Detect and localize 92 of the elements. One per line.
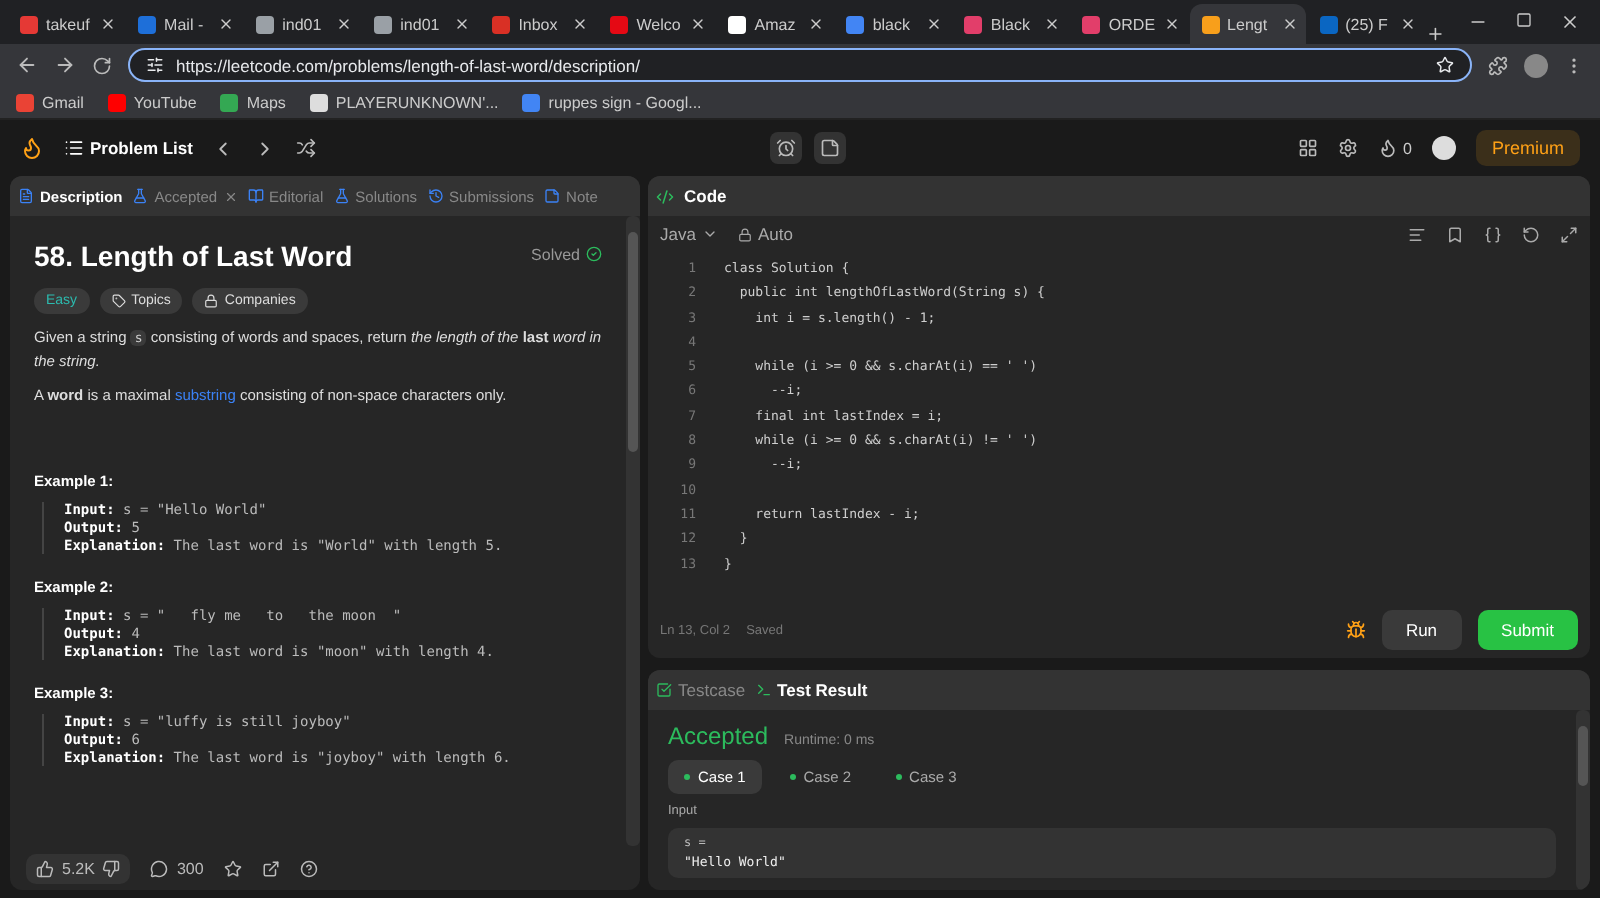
- like-button[interactable]: 5.2K: [26, 853, 131, 883]
- debug-icon: [1345, 620, 1366, 640]
- thumbs-up-icon: [36, 859, 54, 877]
- profile-avatar[interactable]: [1524, 53, 1548, 77]
- problem-list-link[interactable]: Problem List: [64, 138, 193, 158]
- close-icon: [690, 16, 707, 32]
- reload-icon: [92, 55, 112, 75]
- address-bar[interactable]: https://leetcode.com/problems/length-of-last-word/description/: [128, 48, 1472, 82]
- list-icon: [64, 138, 84, 158]
- back-icon: [16, 54, 38, 76]
- bookmark-link[interactable]: PLAYERUNKNOWN'...: [309, 93, 499, 111]
- close-icon: [808, 16, 825, 32]
- braces-icon: [1484, 225, 1502, 243]
- browser-tab[interactable]: black: [834, 4, 951, 44]
- logo-icon: [20, 136, 44, 160]
- run-button[interactable]: Run: [1381, 610, 1462, 650]
- comment-icon: [150, 859, 169, 877]
- tab-icon: [427, 188, 444, 204]
- scrollbar[interactable]: [1576, 710, 1590, 890]
- browser-tab[interactable]: ind01: [362, 4, 479, 44]
- close-icon: [454, 16, 471, 32]
- bookmark-link[interactable]: Gmail: [16, 93, 84, 111]
- close-icon: [1399, 16, 1416, 32]
- maximize-icon: [1516, 12, 1533, 28]
- scrollbar[interactable]: [626, 216, 640, 846]
- close-icon: [926, 16, 943, 32]
- auto-mode[interactable]: Auto: [737, 224, 793, 244]
- bookmark-icon: [1446, 225, 1464, 243]
- browser-tab[interactable]: Welco: [598, 4, 715, 44]
- browser-tab[interactable]: (25) F: [1307, 4, 1424, 44]
- tab-icon: [544, 188, 561, 204]
- panel-tab[interactable]: Test Result: [755, 680, 868, 700]
- close-icon: [1163, 16, 1180, 32]
- reset-icon: [1522, 225, 1540, 243]
- expand-icon: [1560, 225, 1578, 243]
- share-icon: [261, 859, 280, 877]
- tab-icon: [656, 682, 672, 698]
- help-icon: [299, 859, 318, 877]
- extensions-icon: [1488, 55, 1508, 75]
- premium-button[interactable]: Premium: [1476, 130, 1581, 166]
- tab-icon: [755, 682, 772, 698]
- close-icon: [1044, 16, 1061, 32]
- panel-tab[interactable]: Testcase: [656, 680, 746, 700]
- user-avatar[interactable]: [1432, 136, 1456, 160]
- site-settings-icon: [146, 56, 164, 74]
- lock-icon: [737, 227, 752, 241]
- browser-tab[interactable]: Black: [952, 4, 1069, 44]
- grid-icon: [1297, 138, 1318, 158]
- browser-tab[interactable]: Amaz: [716, 4, 833, 44]
- tab-icon: [132, 188, 149, 204]
- close-icon: [572, 16, 589, 32]
- language-dropdown[interactable]: Java: [660, 224, 718, 244]
- tab-icon: [18, 188, 34, 204]
- code-tab[interactable]: Code: [684, 186, 727, 206]
- format-icon: [1408, 225, 1426, 243]
- settings-icon: [1337, 138, 1358, 158]
- thumbs-down-icon: [102, 859, 121, 877]
- forward-icon: [54, 54, 76, 76]
- shuffle-icon: [296, 138, 317, 158]
- tab-icon: [247, 188, 264, 204]
- tag-icon: [111, 294, 126, 308]
- tag-icon: [204, 294, 219, 308]
- close-icon: [336, 16, 353, 32]
- verdict-text: Accepted: [668, 722, 769, 750]
- notes-icon: [819, 138, 840, 158]
- tab-icon: [333, 188, 350, 204]
- solved-status: Solved: [531, 245, 580, 263]
- close-icon: [218, 16, 235, 32]
- close-icon: [223, 189, 238, 203]
- code-icon: [656, 187, 674, 205]
- new-tab-icon: [1425, 24, 1445, 44]
- streak-icon: [1377, 138, 1398, 158]
- browser-tab[interactable]: ind01: [244, 4, 361, 44]
- chevron-down-icon: [701, 226, 718, 242]
- streak-count: 0: [1403, 139, 1412, 157]
- bookmark-star-icon: [1436, 56, 1454, 74]
- problem-title: 58. Length of Last Word: [34, 240, 353, 272]
- timer-icon: [775, 138, 796, 158]
- check-icon: [586, 246, 602, 262]
- close-icon: [1281, 16, 1298, 32]
- browser-tab[interactable]: takeuf: [8, 4, 125, 44]
- comments-button[interactable]: 300: [150, 859, 204, 877]
- bookmark-link[interactable]: Maps: [220, 93, 286, 111]
- browser-tab[interactable]: Inbox: [480, 4, 597, 44]
- browser-tab[interactable]: Mail -: [126, 4, 243, 44]
- close-icon: [1560, 12, 1581, 32]
- browser-tab[interactable]: Lengt: [1189, 4, 1306, 44]
- browser-tab[interactable]: ORDE: [1070, 4, 1188, 44]
- favorite-icon: [223, 859, 242, 877]
- close-icon: [100, 16, 117, 32]
- bookmark-link[interactable]: YouTube: [107, 93, 197, 111]
- bookmark-link[interactable]: ruppes sign - Googl...: [522, 93, 702, 111]
